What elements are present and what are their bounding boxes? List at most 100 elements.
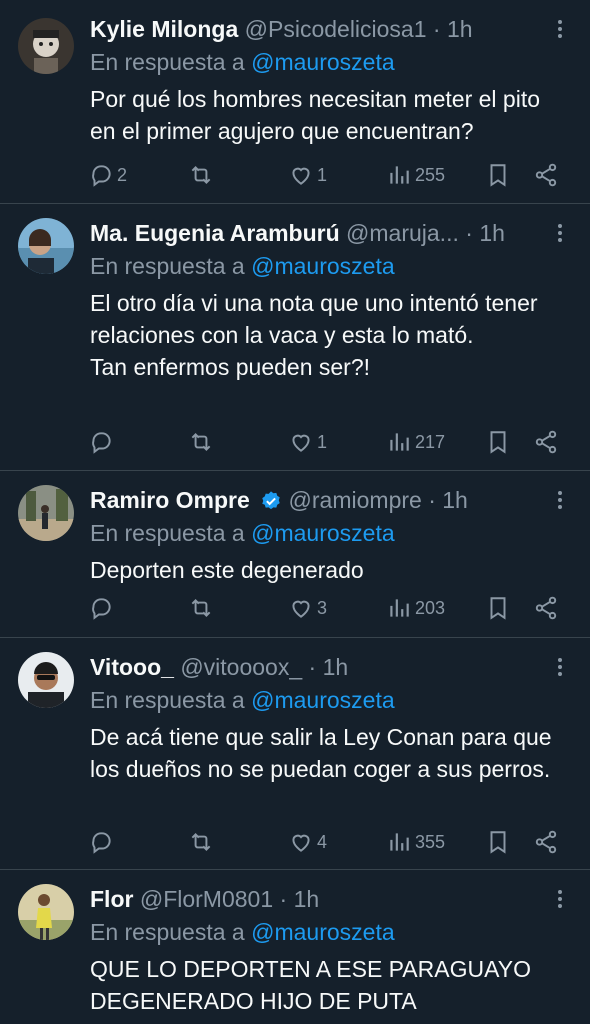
reply-icon	[92, 832, 111, 854]
tweet-reply[interactable]: Ma. Eugenia Aramburú @maruja... · 1h En …	[0, 204, 590, 471]
timestamp[interactable]: 1h	[479, 220, 505, 246]
tweet-reply[interactable]: Flor @FlorM0801 · 1h En respuesta a @mau…	[0, 870, 590, 1024]
tweet-text: De acá tiene que salir la Ley Conan para…	[90, 724, 552, 782]
user-handle[interactable]: @Psicodeliciosa1	[245, 16, 427, 42]
retweet-icon	[191, 166, 211, 184]
user-handle[interactable]: @maruja...	[346, 220, 459, 246]
tweet-text: El otro día vi una nota que uno intentó …	[90, 290, 538, 380]
reply-button[interactable]	[88, 827, 117, 857]
bookmark-icon	[490, 831, 506, 854]
like-button[interactable]: 1	[288, 160, 327, 190]
more-icon[interactable]	[552, 224, 568, 246]
tweet-reply[interactable]: Ramiro Ompre @ramiompre · 1h En respuest…	[0, 471, 590, 638]
separator-dot: ·	[308, 654, 317, 680]
reply-prefix: En respuesta a	[90, 49, 245, 75]
display-name[interactable]: Kylie Milonga	[90, 16, 238, 42]
avatar[interactable]	[18, 652, 74, 708]
more-icon[interactable]	[552, 890, 568, 912]
timestamp[interactable]: 1h	[447, 16, 473, 42]
timestamp[interactable]: 1h	[442, 487, 468, 513]
more-icon[interactable]	[552, 658, 568, 680]
views-button[interactable]: 203	[386, 593, 445, 623]
reply-count: 2	[117, 164, 128, 185]
views-icon	[390, 599, 409, 617]
share-icon	[535, 830, 557, 854]
heart-icon	[292, 600, 310, 618]
bookmark-button[interactable]	[485, 427, 511, 457]
reply-button[interactable]: 2	[88, 160, 127, 190]
tweet-text: Por qué los hombres necesitan meter el p…	[90, 86, 541, 144]
like-button[interactable]: 3	[288, 593, 327, 623]
reply-context: En respuesta a @mauroszeta	[90, 46, 395, 78]
timestamp[interactable]: 1h	[323, 654, 349, 680]
reply-context: En respuesta a @mauroszeta	[90, 684, 395, 716]
avatar[interactable]	[18, 884, 74, 940]
view-count: 255	[415, 164, 446, 185]
timestamp[interactable]: 1h	[294, 886, 320, 912]
retweet-button[interactable]	[188, 827, 217, 857]
avatar[interactable]	[18, 18, 74, 74]
views-button[interactable]: 255	[386, 160, 445, 190]
separator-dot: ·	[432, 16, 441, 42]
retweet-icon	[191, 599, 211, 617]
share-button[interactable]	[533, 827, 559, 857]
share-icon	[535, 596, 557, 620]
share-icon	[535, 430, 557, 454]
reply-mention-link[interactable]: @mauroszeta	[251, 919, 395, 945]
display-name[interactable]: Ma. Eugenia Aramburú	[90, 220, 340, 246]
bookmark-button[interactable]	[485, 827, 511, 857]
separator-dot: ·	[279, 886, 288, 912]
reply-button[interactable]	[88, 427, 117, 457]
separator-dot: ·	[428, 487, 436, 513]
more-icon[interactable]	[552, 20, 568, 42]
share-button[interactable]	[533, 593, 559, 623]
tweet-header: Ramiro Ompre @ramiompre · 1h	[90, 485, 546, 515]
reply-mention-link[interactable]: @mauroszeta	[251, 520, 395, 546]
views-icon	[390, 433, 409, 451]
retweet-button[interactable]	[188, 427, 217, 457]
reply-mention-link[interactable]: @mauroszeta	[251, 253, 395, 279]
reply-mention-link[interactable]: @mauroszeta	[251, 687, 395, 713]
more-icon[interactable]	[552, 491, 568, 513]
reply-prefix: En respuesta a	[90, 520, 245, 546]
verified-badge-icon	[262, 491, 280, 510]
avatar[interactable]	[18, 485, 74, 541]
view-count: 203	[415, 597, 446, 618]
share-button[interactable]	[533, 427, 559, 457]
action-bar: 4 355	[88, 827, 568, 857]
reply-button[interactable]	[88, 593, 117, 623]
user-handle[interactable]: @ramiompre	[289, 487, 422, 513]
views-icon	[390, 833, 409, 851]
like-count: 1	[317, 431, 328, 452]
tweet-header: Vitooo_ @vitoooox_ · 1h	[90, 652, 546, 682]
bookmark-button[interactable]	[485, 160, 511, 190]
tweet-header: Flor @FlorM0801 · 1h	[90, 884, 546, 914]
like-count: 3	[317, 597, 328, 618]
reply-icon	[92, 432, 111, 454]
share-button[interactable]	[533, 160, 559, 190]
tweet-reply[interactable]: Vitooo_ @vitoooox_ · 1h En respuesta a @…	[0, 638, 590, 870]
action-bar: 1 217	[88, 427, 568, 457]
like-button[interactable]: 1	[288, 427, 327, 457]
view-count: 217	[415, 431, 446, 452]
reply-context: En respuesta a @mauroszeta	[90, 250, 395, 282]
user-handle[interactable]: @vitoooox_	[180, 654, 302, 680]
retweet-button[interactable]	[188, 593, 217, 623]
display-name[interactable]: Vitooo_	[90, 654, 174, 680]
tweet-reply[interactable]: Kylie Milonga @Psicodeliciosa1 · 1h En r…	[0, 0, 590, 204]
views-button[interactable]: 217	[386, 427, 445, 457]
avatar[interactable]	[18, 218, 74, 274]
tweet-header: Ma. Eugenia Aramburú @maruja... · 1h	[90, 218, 546, 248]
reply-icon	[92, 165, 111, 187]
bookmark-button[interactable]	[485, 593, 511, 623]
separator-dot: ·	[465, 220, 473, 246]
user-handle[interactable]: @FlorM0801	[140, 886, 273, 912]
views-icon	[390, 166, 409, 184]
bookmark-icon	[490, 164, 506, 187]
like-button[interactable]: 4	[288, 827, 327, 857]
display-name[interactable]: Ramiro Ompre	[90, 487, 250, 513]
display-name[interactable]: Flor	[90, 886, 133, 912]
reply-mention-link[interactable]: @mauroszeta	[251, 49, 395, 75]
retweet-button[interactable]	[188, 160, 217, 190]
views-button[interactable]: 355	[386, 827, 445, 857]
